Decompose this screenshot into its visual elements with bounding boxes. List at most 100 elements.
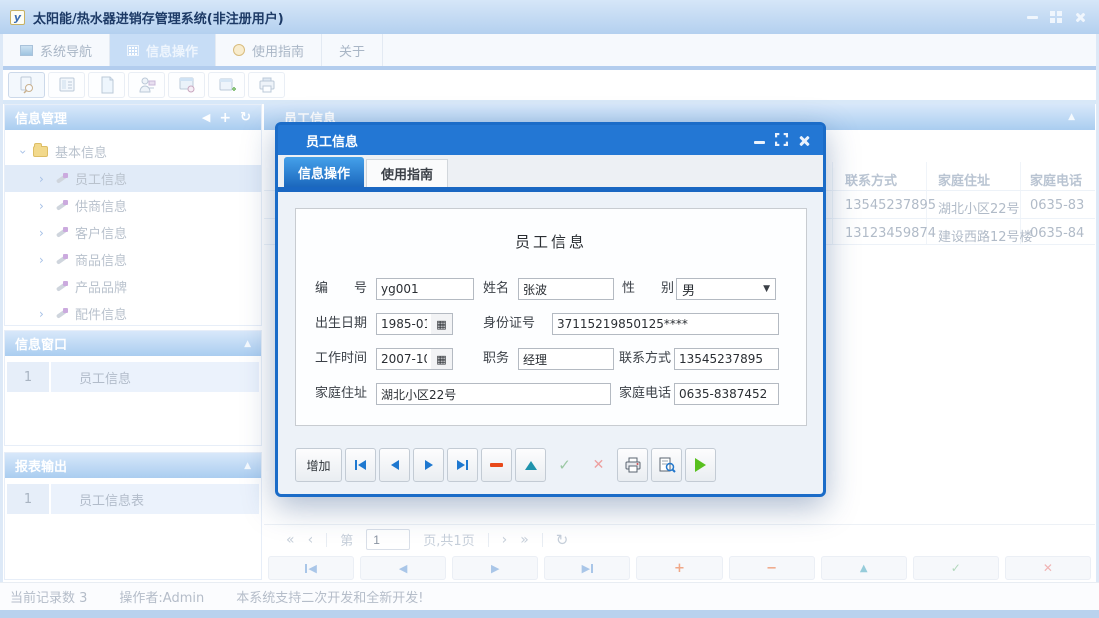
nav-add-button[interactable]: + [636, 556, 723, 580]
refresh-icon[interactable]: ↻ [240, 110, 251, 125]
user-button[interactable] [128, 72, 165, 98]
nav-prev-button[interactable]: ◀ [360, 556, 447, 580]
id-input[interactable] [376, 278, 474, 300]
chevron-right-icon[interactable]: › [39, 172, 55, 186]
birth-input[interactable] [376, 313, 432, 335]
close-icon[interactable] [1074, 12, 1085, 23]
dialog-title-bar[interactable]: 员工信息 [278, 125, 823, 155]
cancel-button[interactable]: ✕ [583, 448, 614, 482]
contact-input[interactable] [674, 348, 779, 370]
chevron-right-icon[interactable]: › [39, 307, 55, 321]
tab-info-operation[interactable]: 信息操作 [110, 34, 217, 66]
tree-item-customer-info[interactable]: › 客户信息 [5, 219, 261, 246]
search-button[interactable] [8, 72, 45, 98]
chevron-down-icon[interactable]: › [16, 146, 30, 158]
panel-info-manage: 信息管理 ◀ + ↻ › 基本信息 › 员工信息 › 供商信息 › 客户信息 ›… [4, 104, 262, 326]
tool-icon [55, 226, 68, 239]
report-output-item[interactable]: 1 员工信息表 [7, 484, 259, 514]
tab-system-nav[interactable]: 系统导航 [3, 34, 111, 66]
nav-delete-button[interactable]: − [728, 556, 815, 580]
info-window-item[interactable]: 1 员工信息 [7, 362, 259, 392]
minimize-icon[interactable] [1027, 15, 1038, 19]
table-cell[interactable]: 0635-83 [1030, 198, 1084, 213]
dialog-close-icon[interactable] [798, 135, 809, 146]
table-cell[interactable]: 建设西路12号楼 [938, 226, 1033, 245]
tool-icon [55, 172, 68, 185]
tree-item-basic-info[interactable]: › 基本信息 [5, 138, 261, 165]
panel-report-output-header[interactable]: 报表输出 ▲ [5, 453, 261, 478]
chevron-right-icon[interactable]: › [39, 226, 55, 240]
tree-item-product-info[interactable]: › 商品信息 [5, 246, 261, 273]
first-record-button[interactable] [345, 448, 376, 482]
delete-record-button[interactable] [481, 448, 512, 482]
nav-cancel-button[interactable]: ✕ [1004, 556, 1091, 580]
gender-select[interactable]: 男 ▼ [676, 278, 776, 300]
restore-icon[interactable] [1050, 11, 1062, 23]
window-left-edge [0, 34, 3, 618]
homephone-input[interactable] [674, 383, 779, 405]
page-number-input[interactable] [366, 529, 411, 550]
address-input[interactable] [376, 383, 611, 405]
idcard-input[interactable] [552, 313, 779, 335]
preview-button[interactable] [651, 448, 682, 482]
collapse-left-icon[interactable]: ◀ [202, 111, 210, 124]
prev-record-button[interactable] [379, 448, 410, 482]
nav-first-button[interactable]: ◀ [268, 556, 355, 580]
panel-info-manage-header[interactable]: 信息管理 ◀ + ↻ [5, 105, 261, 130]
window-add-button[interactable] [208, 72, 245, 98]
column-header-contact[interactable]: 联系方式 [845, 170, 897, 189]
nav-edit-button[interactable]: ▲ [820, 556, 907, 580]
dialog-content: 员工信息 编 号 姓名 性 别 男 ▼ 出生日期 ▦ 身份证号 工作时间 [278, 192, 823, 494]
table-cell[interactable]: 13545237895 [845, 198, 936, 213]
run-button[interactable] [685, 448, 716, 482]
dialog-minimize-icon[interactable] [754, 141, 765, 144]
position-input[interactable] [518, 348, 614, 370]
table-cell[interactable]: 湖北小区22号 [938, 198, 1020, 217]
column-header-address[interactable]: 家庭住址 [938, 170, 990, 189]
tree-item-product-brand[interactable]: 产品品牌 [5, 273, 261, 300]
window-search-button[interactable] [168, 72, 205, 98]
next-record-button[interactable] [413, 448, 444, 482]
dialog-restore-icon[interactable] [775, 133, 788, 146]
work-input[interactable] [376, 348, 432, 370]
refresh-icon[interactable]: ↻ [556, 531, 569, 549]
tree-item-parts-info[interactable]: › 配件信息 [5, 300, 261, 327]
nav-next-button[interactable]: ▶ [452, 556, 539, 580]
tree-label: 产品品牌 [75, 281, 128, 296]
dialog-tab-user-guide[interactable]: 使用指南 [366, 159, 449, 187]
chevron-right-icon[interactable]: › [39, 253, 55, 267]
calendar-icon[interactable]: ▦ [431, 313, 453, 335]
nav-confirm-button[interactable]: ✓ [912, 556, 999, 580]
collapse-up-icon[interactable]: ▲ [244, 461, 251, 471]
nav-last-button[interactable]: ▶ [544, 556, 631, 580]
printer-button[interactable] [248, 72, 285, 98]
name-input[interactable] [518, 278, 614, 300]
confirm-button[interactable]: ✓ [549, 448, 580, 482]
table-cell[interactable]: 13123459874 [845, 226, 936, 241]
tab-user-guide[interactable]: 使用指南 [216, 34, 323, 66]
collapse-up-icon[interactable]: ▲ [1068, 112, 1075, 122]
tree-item-supplier-info[interactable]: › 供商信息 [5, 192, 261, 219]
collapse-up-icon[interactable]: ▲ [244, 339, 251, 349]
table-cell[interactable]: 0635-84 [1030, 226, 1084, 241]
item-label: 员工信息 [51, 362, 259, 392]
edit-record-button[interactable] [515, 448, 546, 482]
panel-info-window-header[interactable]: 信息窗口 ▲ [5, 331, 261, 356]
add-button[interactable]: 增加 [295, 448, 342, 482]
last-page-icon[interactable]: » [520, 532, 529, 548]
calendar-icon[interactable]: ▦ [431, 348, 453, 370]
first-page-icon[interactable]: « [286, 532, 295, 548]
prev-page-icon[interactable]: ‹ [308, 532, 314, 548]
form-button[interactable] [48, 72, 85, 98]
document-button[interactable] [88, 72, 125, 98]
chevron-right-icon[interactable]: › [39, 199, 55, 213]
add-icon[interactable]: + [219, 110, 231, 126]
column-header-homephone[interactable]: 家庭电话 [1030, 170, 1082, 189]
last-record-button[interactable] [447, 448, 478, 482]
print-button[interactable] [617, 448, 648, 482]
name-label: 姓名 [483, 281, 510, 296]
next-page-icon[interactable]: › [502, 532, 508, 548]
tab-about[interactable]: 关于 [322, 34, 384, 66]
dialog-tab-info-operation[interactable]: 信息操作 [284, 157, 365, 187]
tree-item-employee-info[interactable]: › 员工信息 [5, 165, 261, 192]
